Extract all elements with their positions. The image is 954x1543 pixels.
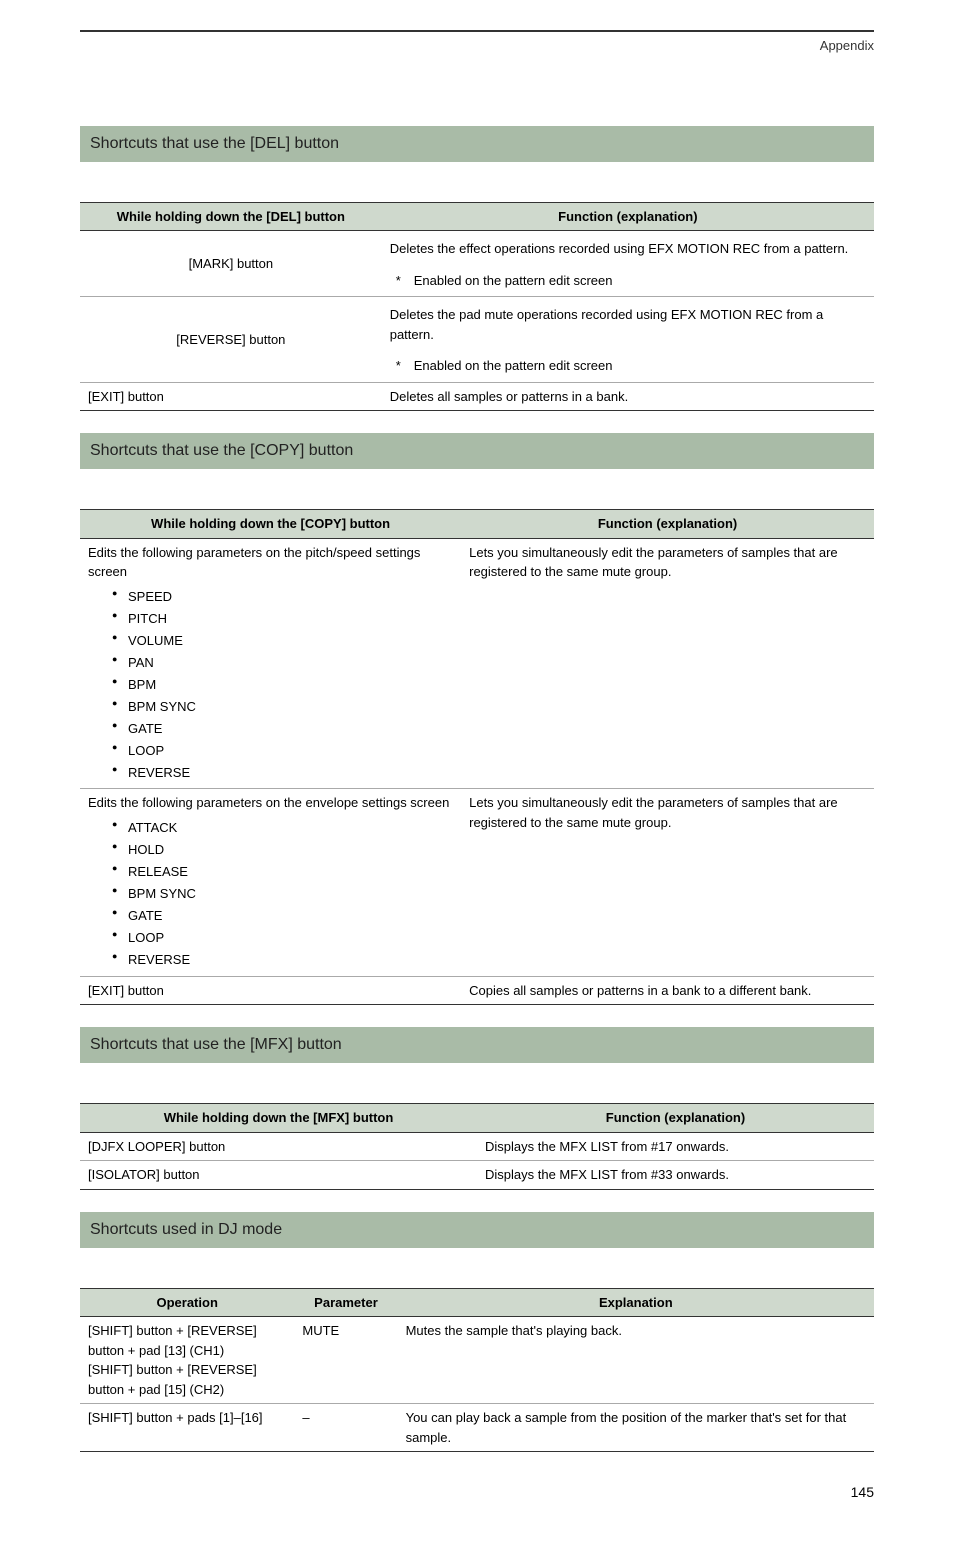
del-desc-2: Deletes all samples or patterns in a ban… — [382, 382, 874, 411]
copy-col1-header: While holding down the [COPY] button — [80, 510, 461, 539]
copy-row3-desc: Copies all samples or patterns in a bank… — [461, 976, 874, 1005]
list-item: PAN — [112, 652, 453, 674]
list-item: LOOP — [112, 927, 453, 949]
list-item: GATE — [112, 905, 453, 927]
del-desc-text-0: Deletes the effect operations recorded u… — [390, 235, 866, 263]
mfx-op-0: [DJFX LOOPER] button — [80, 1132, 477, 1161]
list-item: HOLD — [112, 839, 453, 861]
copy-table: While holding down the [COPY] button Fun… — [80, 509, 874, 1005]
table-row: [SHIFT] button + pads [1]–[16] – You can… — [80, 1404, 874, 1452]
list-item: BPM SYNC — [112, 883, 453, 905]
table-row: [REVERSE] button Deletes the pad mute op… — [80, 297, 874, 383]
table-row: Edits the following parameters on the en… — [80, 789, 874, 976]
dj-table: Operation Parameter Explanation [SHIFT] … — [80, 1288, 874, 1453]
section-title-del: Shortcuts that use the [DEL] button — [80, 126, 874, 162]
table-row: [EXIT] button Copies all samples or patt… — [80, 976, 874, 1005]
dj-col2-header: Parameter — [294, 1288, 397, 1317]
copy-group2-desc: Lets you simultaneously edit the paramet… — [461, 789, 874, 976]
del-note-0: *Enabled on the pattern edit screen — [390, 271, 866, 291]
dj-op-1: [SHIFT] button + pads [1]–[16] — [80, 1404, 294, 1452]
table-row: [SHIFT] button + [REVERSE] button + pad … — [80, 1317, 874, 1404]
copy-group2-cell: Edits the following parameters on the en… — [80, 789, 461, 976]
list-item: RELEASE — [112, 861, 453, 883]
dj-desc-0: Mutes the sample that's playing back. — [398, 1317, 874, 1404]
dj-desc-1: You can play back a sample from the posi… — [398, 1404, 874, 1452]
copy-group1-intro: Edits the following parameters on the pi… — [88, 543, 453, 582]
del-op-0: [MARK] button — [80, 231, 382, 297]
mfx-desc-1: Displays the MFX LIST from #33 onwards. — [477, 1161, 874, 1190]
copy-group1-cell: Edits the following parameters on the pi… — [80, 538, 461, 789]
del-op-1: [REVERSE] button — [80, 297, 382, 383]
section-title-mfx: Shortcuts that use the [MFX] button — [80, 1027, 874, 1063]
del-desc-1: Deletes the pad mute operations recorded… — [382, 297, 874, 383]
copy-group1-desc: Lets you simultaneously edit the paramet… — [461, 538, 874, 789]
mfx-col1-header: While holding down the [MFX] button — [80, 1104, 477, 1133]
page-number: 145 — [80, 1482, 874, 1503]
list-item: PITCH — [112, 608, 453, 630]
mfx-table: While holding down the [MFX] button Func… — [80, 1103, 874, 1190]
copy-group2-params: ATTACK HOLD RELEASE BPM SYNC GATE LOOP R… — [88, 817, 453, 972]
copy-col2-header: Function (explanation) — [461, 510, 874, 539]
list-item: ATTACK — [112, 817, 453, 839]
del-col2-header: Function (explanation) — [382, 202, 874, 231]
list-item: REVERSE — [112, 762, 453, 784]
del-note-1: *Enabled on the pattern edit screen — [390, 356, 866, 376]
table-row: [EXIT] button Deletes all samples or pat… — [80, 382, 874, 411]
del-desc-text-1: Deletes the pad mute operations recorded… — [390, 301, 866, 348]
dj-param-0: MUTE — [294, 1317, 397, 1404]
list-item: LOOP — [112, 740, 453, 762]
list-item: BPM — [112, 674, 453, 696]
list-item: BPM SYNC — [112, 696, 453, 718]
section-title-copy: Shortcuts that use the [COPY] button — [80, 433, 874, 469]
dj-col1-header: Operation — [80, 1288, 294, 1317]
del-desc-0: Deletes the effect operations recorded u… — [382, 231, 874, 297]
list-item: SPEED — [112, 586, 453, 608]
mfx-op-1: [ISOLATOR] button — [80, 1161, 477, 1190]
copy-group2-intro: Edits the following parameters on the en… — [88, 793, 453, 813]
appendix-label: Appendix — [820, 38, 874, 53]
del-op-2: [EXIT] button — [80, 382, 382, 411]
copy-row3-op: [EXIT] button — [80, 976, 461, 1005]
mfx-desc-0: Displays the MFX LIST from #17 onwards. — [477, 1132, 874, 1161]
table-row: [DJFX LOOPER] button Displays the MFX LI… — [80, 1132, 874, 1161]
copy-group1-params: SPEED PITCH VOLUME PAN BPM BPM SYNC GATE… — [88, 586, 453, 785]
list-item: REVERSE — [112, 949, 453, 971]
mfx-col2-header: Function (explanation) — [477, 1104, 874, 1133]
page-header: Appendix — [80, 30, 874, 56]
table-row: Edits the following parameters on the pi… — [80, 538, 874, 789]
table-row: [MARK] button Deletes the effect operati… — [80, 231, 874, 297]
dj-param-1: – — [294, 1404, 397, 1452]
dj-op-0: [SHIFT] button + [REVERSE] button + pad … — [80, 1317, 294, 1404]
list-item: GATE — [112, 718, 453, 740]
section-title-dj: Shortcuts used in DJ mode — [80, 1212, 874, 1248]
dj-col3-header: Explanation — [398, 1288, 874, 1317]
del-col1-header: While holding down the [DEL] button — [80, 202, 382, 231]
table-row: [ISOLATOR] button Displays the MFX LIST … — [80, 1161, 874, 1190]
del-table: While holding down the [DEL] button Func… — [80, 202, 874, 412]
list-item: VOLUME — [112, 630, 453, 652]
